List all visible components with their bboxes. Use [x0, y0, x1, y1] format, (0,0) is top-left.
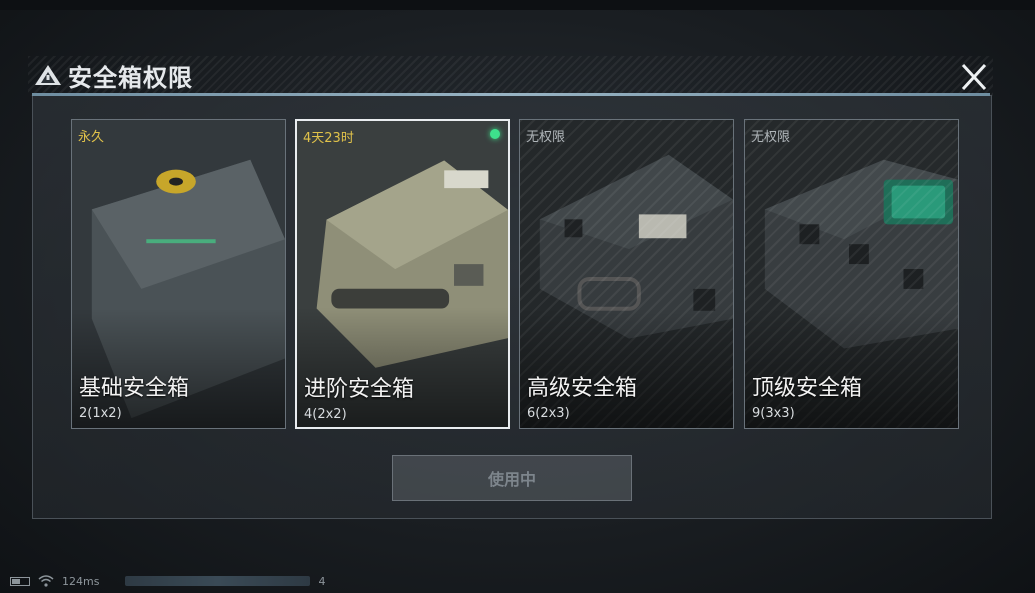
card-name: 顶级安全箱 [752, 376, 863, 401]
safebox-card-basic[interactable]: 永久 基础安全箱 2(1x2) [71, 119, 286, 429]
card-capacity: 6(2x3) [527, 406, 570, 421]
status-extra-text: 4 [318, 574, 326, 588]
card-duration: 无权限 [526, 130, 566, 145]
card-capacity: 4(2x2) [304, 407, 347, 422]
card-name: 高级安全箱 [527, 376, 638, 401]
safebox-card-advanced[interactable]: 4天23时 进阶安全箱 4(2x2) [295, 119, 510, 429]
card-name: 进阶安全箱 [304, 377, 415, 402]
blurred-info-bar [125, 576, 311, 586]
wifi-icon [38, 575, 54, 587]
safebox-card-top[interactable]: 无权限 顶级安全箱 9(3x3) [744, 119, 959, 429]
active-indicator [490, 129, 500, 139]
close-icon [961, 63, 987, 91]
close-button[interactable] [955, 60, 993, 94]
dialog-title: 安全箱权限 [68, 63, 193, 92]
card-capacity: 9(3x3) [752, 406, 795, 421]
safebox-card-premium[interactable]: 无权限 高级安全箱 6(2x3) [519, 119, 734, 429]
card-name: 基础安全箱 [79, 376, 190, 401]
battery-icon [10, 576, 30, 586]
ping-text: 124ms [62, 574, 100, 588]
warning-triangle-icon [35, 65, 61, 85]
top-bar [0, 0, 1035, 10]
card-duration: 永久 [78, 130, 105, 145]
card-duration: 4天23时 [303, 131, 354, 146]
dialog-header: 安全箱权限 [34, 60, 193, 92]
title-underline [32, 93, 990, 96]
in-use-button[interactable]: 使用中 [392, 455, 632, 501]
card-duration: 无权限 [751, 130, 791, 145]
card-capacity: 2(1x2) [79, 406, 122, 421]
status-bar: 124ms 4 [10, 574, 325, 588]
